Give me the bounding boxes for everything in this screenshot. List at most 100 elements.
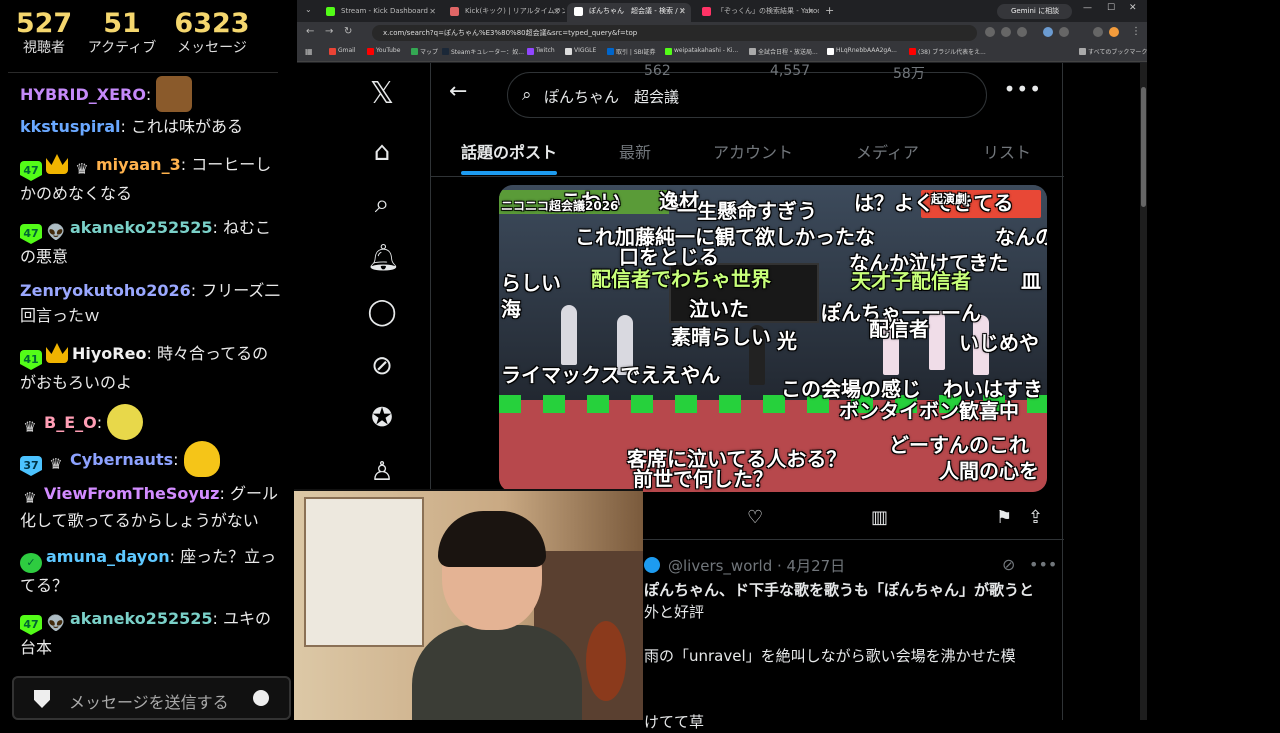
bookmark-item[interactable]: YouTube [367, 47, 401, 55]
scrollbar-thumb[interactable] [1141, 87, 1146, 207]
streamer-body [412, 625, 582, 720]
grok-icon[interactable]: ⊘ [1002, 555, 1015, 574]
bookmark-item[interactable]: weipatakahashi - Ki... [665, 47, 738, 55]
new-tab-icon[interactable]: + [825, 4, 834, 17]
bookmark-label: HLqRnebbAAA2gA... [836, 47, 897, 54]
forward-icon[interactable]: → [325, 26, 333, 37]
tab-media[interactable]: メディア [856, 139, 919, 163]
bookmark-label: Twitch [536, 47, 555, 54]
back-arrow-icon[interactable]: ← [449, 79, 467, 104]
chat-username[interactable]: B_E_O [44, 413, 97, 432]
reload-icon[interactable]: ↻ [344, 26, 352, 37]
back-icon[interactable]: ← [306, 26, 314, 37]
browser-tab-active[interactable]: ぽんちゃん 超会議 - 検索 / X ✕ [567, 3, 691, 22]
more-options-icon[interactable]: ••• [1029, 555, 1057, 574]
danmaku-comment: どーすんのこれ [889, 433, 1029, 457]
view-count[interactable]: 58万 [893, 63, 925, 85]
page-scrollbar[interactable] [1140, 63, 1147, 720]
views-chart-icon[interactable]: ▥ [871, 507, 888, 528]
close-window-icon[interactable]: ✕ [1129, 3, 1137, 13]
bookmark-item[interactable]: (38) ブラジル代表をえ... [909, 47, 986, 56]
emoji-icon[interactable] [253, 690, 269, 706]
messages-icon[interactable]: ◯ [367, 297, 397, 327]
chat-username[interactable]: akaneko252525 [70, 609, 212, 628]
extension-icon[interactable] [1043, 27, 1053, 37]
messages-count: 6323 [174, 8, 250, 39]
close-icon[interactable]: ✕ [679, 3, 686, 20]
chat-username[interactable]: miyaan_3 [96, 155, 181, 174]
close-icon[interactable]: ✕ [429, 3, 436, 20]
chat-username[interactable]: kkstuspiral [20, 117, 120, 136]
profile-avatar-icon[interactable] [1109, 27, 1119, 37]
bookmark-item[interactable]: Gmail [329, 47, 356, 55]
zoom-icon[interactable] [985, 27, 995, 37]
browser-tab[interactable]: Kick(キック) | リアルタイムランキング ✕ [443, 3, 565, 22]
chat-username[interactable]: ViewFromTheSoyuz [44, 484, 219, 503]
gemini-button[interactable]: Gemini に相談 [997, 4, 1072, 19]
shield-icon[interactable] [34, 690, 50, 708]
share-icon[interactable] [1001, 27, 1011, 37]
like-count[interactable]: 4,557 [770, 63, 810, 85]
x-logo-icon [574, 7, 583, 16]
yahoo-icon [702, 7, 711, 16]
profile-icon[interactable]: ♙ [367, 457, 397, 487]
share-icon[interactable]: ⇪ [1028, 507, 1043, 528]
chat-username[interactable]: akaneko252525 [70, 218, 212, 237]
menu-dots-icon[interactable]: ⋮ [1131, 26, 1141, 37]
tab-accounts[interactable]: アカウント [713, 139, 793, 163]
sbi-icon [607, 48, 614, 55]
browser-tab[interactable]: Stream - Kick Dashboard ✕ [319, 3, 441, 22]
chat-username[interactable]: HiyoReo [72, 344, 146, 363]
x-logo-icon[interactable]: 𝕏 [367, 79, 397, 109]
close-icon[interactable]: ✕ [807, 3, 814, 20]
bookmark-item[interactable]: VIGGLE [565, 47, 596, 55]
post-video[interactable]: こわい 逸材 は？よくできてる 起演劇 ニコニコ超会議2026 一生懸命すぎう … [499, 185, 1047, 492]
home-icon[interactable]: ⌂ [367, 137, 397, 167]
notifications-bell-icon[interactable]: 🔔︎ [367, 243, 400, 273]
like-heart-icon[interactable]: ♡ [747, 507, 763, 528]
post-handle[interactable]: @livers_world · 4月27日 [668, 555, 845, 576]
more-options-icon[interactable]: ••• [1004, 77, 1042, 101]
post-text-line: 雨の「unravel」を絶叫しながら歌い会場を沸かせた模 [644, 647, 1016, 665]
tab-list-icon[interactable]: ⌄ [305, 5, 312, 14]
browser-toolbar: ← → ↻ x.com/search?q=ぽんちゃん%E3%80%80超会議&s… [297, 22, 1147, 44]
bookmark-item[interactable]: マップ [411, 47, 438, 56]
apps-grid-icon[interactable]: ▦ [305, 47, 313, 56]
bookmark-icon[interactable]: ⚑ [996, 507, 1012, 528]
browser-tab[interactable]: 「ぞっくん」の検索結果 - Yahoo!検索 ✕ [695, 3, 819, 22]
maximize-icon[interactable]: ☐ [1107, 3, 1115, 13]
chat-username[interactable]: Cybernauts [70, 450, 173, 469]
og-badge-icon: ♛ [75, 160, 89, 178]
danmaku-comment: 配信者でわちゃ世界 [591, 267, 771, 291]
bookmark-item[interactable]: 取引 | SBI証券 [607, 47, 656, 56]
search-icon[interactable]: ⌕ [367, 189, 397, 219]
tab-latest[interactable]: 最新 [619, 139, 651, 163]
chat-username[interactable]: amuna_dayon [46, 547, 170, 566]
all-bookmarks[interactable]: すべてのブックマーク [1079, 47, 1147, 56]
bookmark-label: YouTube [376, 47, 401, 54]
address-bar[interactable]: x.com/search?q=ぽんちゃん%E3%80%80超会議&src=typ… [372, 25, 977, 41]
search-icon: ⌕ [522, 85, 532, 105]
level-badge-icon: 41 [20, 350, 42, 370]
chat-username[interactable]: Zenryokutoho2026 [20, 281, 191, 300]
bookmark-item[interactable]: Steamキュレーター：奴... [442, 47, 524, 56]
bookmark-item[interactable]: HLqRnebbAAA2gA... [827, 47, 897, 55]
performer [561, 305, 577, 365]
extensions-puzzle-icon[interactable] [1059, 27, 1069, 37]
sidebar-icon[interactable] [1093, 27, 1103, 37]
chat-username[interactable]: HYBRID_XERO [20, 85, 146, 104]
chat-input[interactable]: メッセージを送信する [12, 676, 291, 720]
kick-icon [326, 7, 335, 16]
bookmark-label: Gmail [338, 47, 356, 54]
close-icon[interactable]: ✕ [553, 3, 560, 20]
grok-icon[interactable]: ⊘ [367, 351, 397, 381]
reply-count[interactable]: 562 [644, 63, 671, 85]
minimize-icon[interactable]: — [1083, 3, 1092, 13]
tab-top[interactable]: 話題のポスト [461, 139, 557, 163]
bookmark-item[interactable]: 全試合日程・放送局... [749, 47, 818, 56]
verified-icon[interactable]: ✪ [367, 403, 397, 433]
bookmark-item[interactable]: Twitch [527, 47, 555, 55]
tab-lists[interactable]: リスト [983, 139, 1031, 163]
bookmark-star-icon[interactable] [1017, 27, 1027, 37]
bookmark-label: マップ [420, 49, 439, 56]
